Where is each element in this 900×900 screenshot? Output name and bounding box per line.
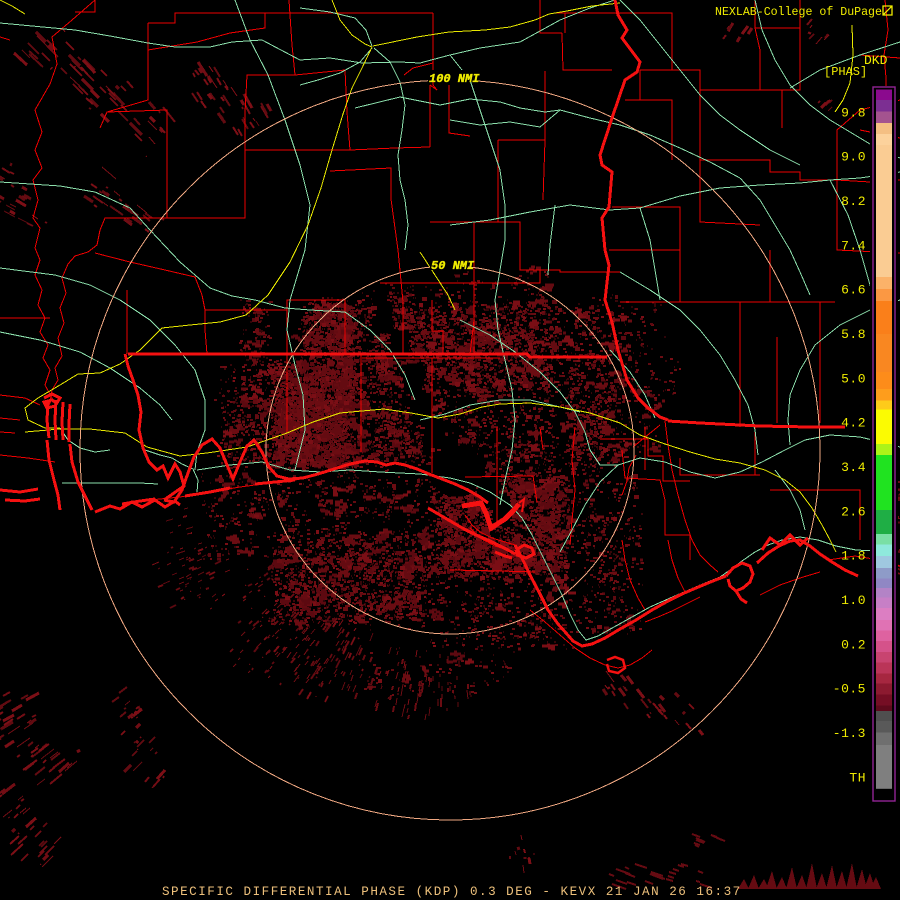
svg-text:1.8: 1.8 — [841, 549, 866, 564]
svg-text:2.6: 2.6 — [841, 504, 866, 519]
svg-text:SPECIFIC DIFFERENTIAL PHASE (K: SPECIFIC DIFFERENTIAL PHASE (KDP) 0.3 DE… — [162, 885, 742, 899]
svg-text:9.0: 9.0 — [841, 150, 866, 165]
svg-text:3.4: 3.4 — [841, 460, 866, 475]
svg-text:DKD: DKD — [864, 53, 888, 68]
svg-text:NEXLAB-College of DuPage: NEXLAB-College of DuPage — [715, 6, 882, 19]
svg-text:6.6: 6.6 — [841, 283, 866, 298]
svg-text:[PHAS]: [PHAS] — [824, 65, 867, 79]
svg-text:5.8: 5.8 — [841, 327, 866, 342]
svg-text:-0.5: -0.5 — [833, 682, 866, 697]
svg-text:50 NMI: 50 NMI — [431, 259, 475, 273]
svg-text:-1.3: -1.3 — [833, 726, 866, 741]
svg-text:1.0: 1.0 — [841, 593, 866, 608]
svg-text:0.2: 0.2 — [841, 637, 866, 652]
svg-text:7.4: 7.4 — [841, 238, 866, 253]
svg-text:TH: TH — [849, 770, 866, 785]
svg-text:100 NMI: 100 NMI — [429, 72, 480, 86]
svg-text:5.0: 5.0 — [841, 371, 866, 386]
svg-text:4.2: 4.2 — [841, 416, 866, 431]
svg-text:9.8: 9.8 — [841, 105, 866, 120]
svg-text:8.2: 8.2 — [841, 194, 866, 209]
